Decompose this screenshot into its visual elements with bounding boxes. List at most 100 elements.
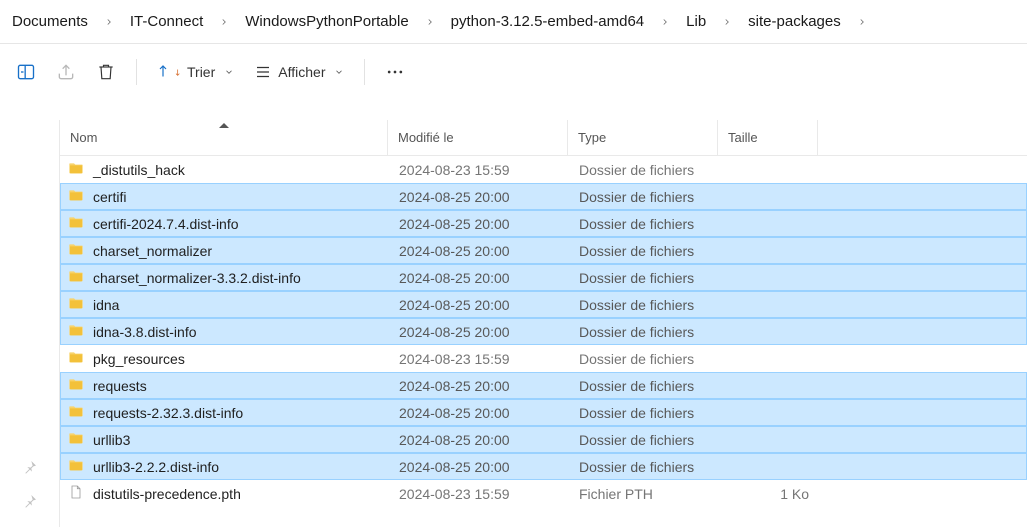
column-headers: Nom Modifié le Type Taille bbox=[60, 120, 1027, 156]
view-button[interactable]: Afficher bbox=[246, 54, 352, 90]
folder-icon bbox=[67, 457, 85, 476]
breadcrumb-segment[interactable]: Lib bbox=[680, 9, 712, 34]
chevron-down-icon bbox=[224, 67, 234, 77]
file-row[interactable]: certifi 2024-08-25 20:00Dossier de fichie… bbox=[60, 183, 1027, 210]
pin-icon bbox=[22, 459, 38, 475]
chevron-right-icon[interactable] bbox=[209, 17, 239, 27]
chevron-right-icon[interactable] bbox=[847, 17, 877, 27]
file-name: requests-2.32.3.dist-info bbox=[93, 405, 243, 421]
file-modified: 2024-08-23 15:59 bbox=[389, 351, 569, 367]
rename-button[interactable] bbox=[8, 54, 44, 90]
folder-icon bbox=[67, 241, 85, 260]
file-modified: 2024-08-25 20:00 bbox=[389, 189, 569, 205]
file-row[interactable]: requests-2.32.3.dist-info 2024-08-25 20:0… bbox=[60, 399, 1027, 426]
file-name: urllib3 bbox=[93, 432, 130, 448]
file-row[interactable]: certifi-2024.7.4.dist-info 2024-08-25 20:… bbox=[60, 210, 1027, 237]
file-modified: 2024-08-23 15:59 bbox=[389, 486, 569, 502]
file-type: Dossier de fichiers bbox=[569, 297, 719, 313]
file-size: 1 Ko bbox=[719, 486, 819, 502]
file-type: Dossier de fichiers bbox=[569, 243, 719, 259]
file-name: distutils-precedence.pth bbox=[93, 486, 241, 502]
folder-icon bbox=[67, 403, 85, 422]
sort-button[interactable]: Trier bbox=[149, 54, 242, 90]
share-button[interactable] bbox=[48, 54, 84, 90]
file-type: Dossier de fichiers bbox=[569, 216, 719, 232]
column-header-name[interactable]: Nom bbox=[60, 120, 388, 155]
file-row[interactable]: charset_normalizer 2024-08-25 20:00Dossie… bbox=[60, 237, 1027, 264]
folder-icon bbox=[67, 295, 85, 314]
file-row[interactable]: urllib3 2024-08-25 20:00Dossier de fichie… bbox=[60, 426, 1027, 453]
file-name: certifi bbox=[93, 189, 126, 205]
file-modified: 2024-08-23 15:59 bbox=[389, 162, 569, 178]
file-type: Dossier de fichiers bbox=[569, 351, 719, 367]
file-modified: 2024-08-25 20:00 bbox=[389, 216, 569, 232]
breadcrumb-segment[interactable]: IT-Connect bbox=[124, 9, 209, 34]
toolbar-divider bbox=[364, 59, 365, 85]
file-type: Dossier de fichiers bbox=[569, 405, 719, 421]
file-name: urllib3-2.2.2.dist-info bbox=[93, 459, 219, 475]
file-row[interactable]: pkg_resources 2024-08-23 15:59Dossier de … bbox=[60, 345, 1027, 372]
file-name: _distutils_hack bbox=[93, 162, 185, 178]
chevron-right-icon[interactable] bbox=[650, 17, 680, 27]
file-row[interactable]: idna-3.8.dist-info 2024-08-25 20:00Dossie… bbox=[60, 318, 1027, 345]
chevron-right-icon[interactable] bbox=[712, 17, 742, 27]
file-name: pkg_resources bbox=[93, 351, 185, 367]
file-type: Dossier de fichiers bbox=[569, 189, 719, 205]
file-type: Dossier de fichiers bbox=[569, 459, 719, 475]
sort-label: Trier bbox=[187, 64, 215, 80]
chevron-right-icon[interactable] bbox=[94, 17, 124, 27]
file-type: Dossier de fichiers bbox=[569, 162, 719, 178]
breadcrumb-segment[interactable]: python-3.12.5-embed-amd64 bbox=[445, 9, 650, 34]
navigation-pane[interactable] bbox=[0, 120, 60, 527]
file-type: Dossier de fichiers bbox=[569, 432, 719, 448]
file-name: idna bbox=[93, 297, 119, 313]
file-row[interactable]: idna 2024-08-25 20:00Dossier de fichiers bbox=[60, 291, 1027, 318]
chevron-down-icon bbox=[334, 67, 344, 77]
file-type: Fichier PTH bbox=[569, 486, 719, 502]
toolbar-divider bbox=[136, 59, 137, 85]
folder-icon bbox=[67, 214, 85, 233]
file-icon bbox=[67, 484, 85, 503]
file-row[interactable]: urllib3-2.2.2.dist-info 2024-08-25 20:00D… bbox=[60, 453, 1027, 480]
file-type: Dossier de fichiers bbox=[569, 270, 719, 286]
chevron-right-icon[interactable] bbox=[415, 17, 445, 27]
toolbar: Trier Afficher bbox=[0, 44, 1027, 100]
folder-icon bbox=[67, 322, 85, 341]
file-type: Dossier de fichiers bbox=[569, 378, 719, 394]
file-modified: 2024-08-25 20:00 bbox=[389, 405, 569, 421]
file-type: Dossier de fichiers bbox=[569, 324, 719, 340]
file-name: idna-3.8.dist-info bbox=[93, 324, 197, 340]
folder-icon bbox=[67, 349, 85, 368]
column-header-size[interactable]: Taille bbox=[718, 120, 818, 155]
delete-button[interactable] bbox=[88, 54, 124, 90]
file-row[interactable]: charset_normalizer-3.3.2.dist-info 2024-0… bbox=[60, 264, 1027, 291]
file-row[interactable]: requests2024-08-25 20:00Dossier de fichi… bbox=[60, 372, 1027, 399]
file-name: requests bbox=[93, 378, 147, 394]
file-row[interactable]: distutils-precedence.pth 2024-08-23 15:59… bbox=[60, 480, 1027, 507]
folder-icon bbox=[67, 430, 85, 449]
file-name: certifi-2024.7.4.dist-info bbox=[93, 216, 239, 232]
file-modified: 2024-08-25 20:00 bbox=[389, 432, 569, 448]
view-label: Afficher bbox=[278, 64, 325, 80]
folder-icon bbox=[67, 376, 85, 395]
file-modified: 2024-08-25 20:00 bbox=[389, 243, 569, 259]
breadcrumb-segment[interactable]: Documents bbox=[6, 9, 94, 34]
folder-icon bbox=[67, 187, 85, 206]
breadcrumb[interactable]: Documents IT-Connect WindowsPythonPortable… bbox=[0, 0, 1027, 44]
column-header-type[interactable]: Type bbox=[568, 120, 718, 155]
pin-icon bbox=[22, 493, 38, 509]
breadcrumb-segment[interactable]: site-packages bbox=[742, 9, 847, 34]
file-list: Nom Modifié le Type Taille _distutils_ha… bbox=[60, 120, 1027, 527]
more-button[interactable] bbox=[377, 54, 413, 90]
file-modified: 2024-08-25 20:00 bbox=[389, 297, 569, 313]
column-header-modified[interactable]: Modifié le bbox=[388, 120, 568, 155]
file-modified: 2024-08-25 20:00 bbox=[389, 270, 569, 286]
folder-icon bbox=[67, 268, 85, 287]
file-modified: 2024-08-25 20:00 bbox=[389, 459, 569, 475]
breadcrumb-segment[interactable]: WindowsPythonPortable bbox=[239, 9, 414, 34]
folder-icon bbox=[67, 160, 85, 179]
file-row[interactable]: _distutils_hack 2024-08-23 15:59Dossier d… bbox=[60, 156, 1027, 183]
file-name: charset_normalizer-3.3.2.dist-info bbox=[93, 270, 301, 286]
file-modified: 2024-08-25 20:00 bbox=[389, 324, 569, 340]
file-name: charset_normalizer bbox=[93, 243, 212, 259]
